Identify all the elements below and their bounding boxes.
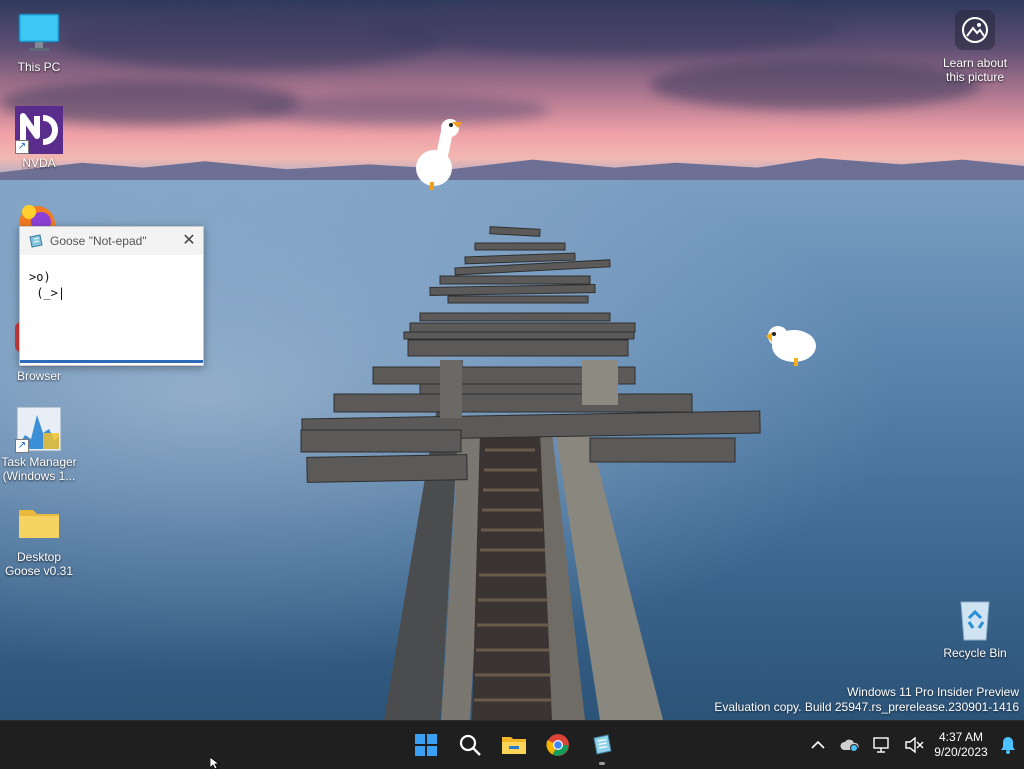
shortcut-arrow-icon: ↗ — [15, 439, 29, 453]
learn-about-picture-button[interactable]: Learn about this picture — [938, 10, 1012, 84]
watermark-build: Evaluation copy. Build 25947.rs_prerelea… — [714, 700, 1019, 714]
network-icon — [873, 737, 889, 753]
computer-icon — [15, 10, 63, 58]
recycle-bin-icon — [951, 596, 999, 644]
speaker-muted-icon — [905, 737, 924, 753]
volume-button[interactable] — [898, 721, 930, 769]
desktop-icon-this-pc[interactable]: This PC — [1, 10, 77, 74]
taskbar: 4:37 AM 9/20/2023 — [0, 720, 1024, 769]
camera-info-icon — [955, 10, 995, 50]
folder-icon — [502, 737, 526, 754]
shortcut-arrow-icon: ↗ — [15, 140, 29, 154]
notepad-horizontal-scrollbar[interactable] — [20, 360, 203, 363]
onedrive-icon — [840, 739, 859, 752]
clock[interactable]: 4:37 AM 9/20/2023 — [930, 730, 992, 760]
clock-time: 4:37 AM — [938, 730, 984, 744]
notepad-icon — [29, 234, 43, 248]
goose-sprite — [766, 326, 816, 366]
clock-date: 9/20/2023 — [934, 745, 988, 759]
file-explorer-button[interactable] — [492, 721, 536, 769]
browser-icon — [15, 202, 59, 228]
chevron-up-icon — [811, 740, 825, 749]
notepad-icon — [593, 734, 612, 755]
mouse-cursor-icon — [210, 757, 221, 769]
desktop-icon-desktop-goose[interactable]: Desktop Goose v0.31 — [1, 500, 77, 578]
notepad-taskbar-button[interactable] — [580, 721, 624, 769]
goose-sprite — [416, 119, 462, 190]
desktop-icon-task-manager[interactable]: ↗ Task Manager (Windows 1... — [1, 405, 77, 483]
desktop-icon-label: This PC — [17, 60, 61, 74]
nvda-icon: ↗ — [15, 106, 63, 154]
watermark-edition: Windows 11 Pro Insider Preview — [847, 685, 1019, 699]
desktop-icon-label: Recycle Bin — [943, 646, 1007, 660]
task-manager-icon: ↗ — [15, 405, 63, 453]
folder-icon — [15, 500, 63, 548]
show-hidden-icons-button[interactable] — [802, 721, 834, 769]
close-icon[interactable]: ✕ — [175, 227, 203, 255]
evaluation-watermark: Windows 11 Pro Insider Preview Evaluatio… — [714, 685, 1019, 715]
system-tray: 4:37 AM 9/20/2023 — [802, 721, 1024, 769]
desktop-icon-nvda[interactable]: ↗ NVDA — [1, 106, 77, 170]
taskbar-apps — [404, 721, 624, 769]
notepad-titlebar[interactable]: Goose "Not-epad" ✕ — [20, 227, 203, 255]
notepad-window[interactable]: Goose "Not-epad" ✕ >o) (_>| — [19, 226, 204, 366]
search-button[interactable] — [448, 721, 492, 769]
notepad-text-area[interactable]: >o) (_>| — [20, 255, 203, 349]
search-icon — [459, 734, 481, 756]
onedrive-button[interactable] — [834, 721, 866, 769]
desktop-icon-label: Browser — [16, 369, 61, 383]
desktop-icon-label: Task Manager (Windows 1... — [1, 455, 77, 483]
notification-bell-icon — [1001, 737, 1015, 754]
running-indicator — [599, 762, 605, 765]
desktop-icon-label: NVDA — [22, 156, 56, 170]
chrome-button[interactable] — [536, 721, 580, 769]
desktop-icon-recycle-bin[interactable]: Recycle Bin — [937, 596, 1013, 660]
notifications-button[interactable] — [992, 721, 1024, 769]
notepad-title: Goose "Not-epad" — [50, 234, 147, 248]
windows-logo-icon — [415, 734, 437, 756]
network-button[interactable] — [866, 721, 898, 769]
start-button[interactable] — [404, 721, 448, 769]
desktop-icon-label: Desktop Goose v0.31 — [4, 550, 74, 578]
chrome-icon — [546, 734, 569, 756]
learn-about-picture-label: Learn about this picture — [942, 56, 1008, 84]
